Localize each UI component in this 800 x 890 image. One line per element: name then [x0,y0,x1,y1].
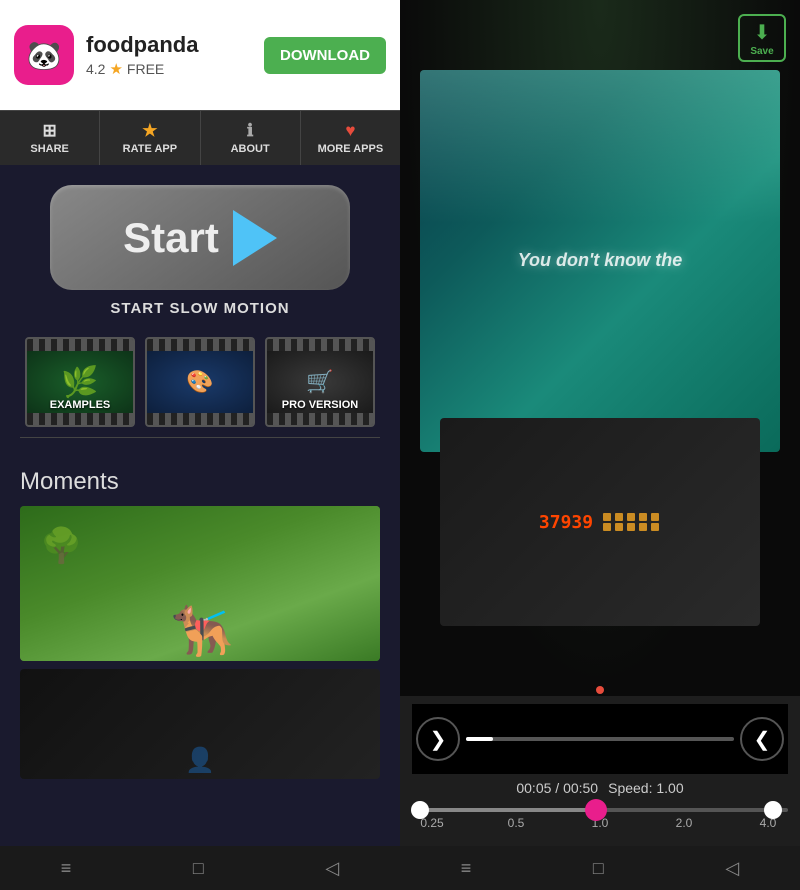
film-strip-bottom-3 [267,413,373,425]
examples-thumbnail[interactable]: 🌿 EXAMPLES [25,337,135,427]
rate-label: RATE APP [123,143,177,155]
save-icon: ⬇ [754,20,771,45]
film-strip-top-3 [267,339,373,351]
filters-icon: 🎨 [186,369,213,395]
moment-image-2[interactable]: 👤 [20,669,380,779]
ad-banner: 🐼 foodpanda 4.2 ★ FREE DOWNLOAD [0,0,400,110]
ad-free-label: FREE [127,61,164,77]
grid-display [603,513,661,531]
nav-prev-button[interactable]: ❯ [416,717,460,761]
film-strip-top [27,339,133,351]
share-icon: ⊞ [43,121,57,141]
ad-info: foodpanda 4.2 ★ FREE [86,32,252,78]
save-button[interactable]: ⬇ Save [738,14,786,62]
divider [20,437,380,438]
start-button[interactable]: Start [50,185,350,290]
grid-dot [651,513,659,521]
speed-slider-container: 0.25 0.5 1.0 2.0 4.0 [412,808,788,830]
examples-label: EXAMPLES [27,399,133,411]
more-apps-button[interactable]: ♥ MORE APPS [301,111,400,165]
menu-button-left[interactable]: ≡ [45,852,88,885]
start-text: Start [123,214,219,262]
speed-display: Speed: 1.00 [608,780,684,796]
ad-star-icon: ★ [109,60,122,78]
menu-button-right[interactable]: ≡ [445,852,488,885]
controls-area: ❯ ❮ 00:05 / 00:50 Speed: 1.00 0.25 0.5 1… [400,696,800,846]
about-label: ABOUT [231,143,270,155]
grid-dot [615,513,623,521]
speed-thumb-mid[interactable] [585,799,607,821]
home-button-right[interactable]: □ [577,852,620,885]
grid-dot [615,523,623,531]
speed-thumb-left[interactable] [411,801,429,819]
rate-app-button[interactable]: ★ RATE APP [100,111,200,165]
left-panel: 🐼 foodpanda 4.2 ★ FREE DOWNLOAD i ⊞ SHAR… [0,0,400,890]
download-button[interactable]: DOWNLOAD [264,37,386,74]
bottom-nav-left: ≡ □ ◁ [0,846,400,890]
time-display: 00:05 / 00:50 [516,780,598,796]
speed-label-40: 4.0 [748,816,788,830]
timeline-progress [466,737,493,741]
grid-dot [627,523,635,531]
share-button[interactable]: ⊞ SHARE [0,111,100,165]
about-button[interactable]: ℹ ABOUT [201,111,301,165]
moments-section: Moments 🐕‍🦺 🌳 👤 [0,458,400,779]
grid-dot [639,523,647,531]
tv-screen: You don't know the [420,70,780,453]
rate-icon: ★ [142,121,157,141]
speed-track[interactable] [412,808,788,812]
bottom-nav-right: ≡ □ ◁ [400,846,800,890]
grid-dot [603,523,611,531]
ad-title: foodpanda [86,32,252,58]
time-speed-row: 00:05 / 00:50 Speed: 1.00 [412,780,788,796]
grid-dot [639,513,647,521]
ad-icon: 🐼 [14,25,74,85]
thumb-content-filters: 🎨 [147,351,253,413]
start-area: Start START SLOW MOTION [0,185,400,317]
display-numbers: 37939 [539,512,593,533]
right-panel: ⬇ Save You don't know the 37939 [400,0,800,890]
more-icon: ♥ [345,121,355,141]
moments-title: Moments [20,468,380,496]
grid-dot [603,513,611,521]
toolbar: ⊞ SHARE ★ RATE APP ℹ ABOUT ♥ MORE APPS [0,110,400,165]
nav-next-button[interactable]: ❮ [740,717,784,761]
share-label: SHARE [30,143,69,155]
play-icon [233,210,277,266]
pro-label: PRO VERSION [267,399,373,411]
start-slow-motion-label: START SLOW MOTION [110,300,289,317]
speed-label-05: 0.5 [496,816,536,830]
back-button-right[interactable]: ◁ [709,852,755,885]
cart-icon: 🛒 [306,369,333,395]
pro-version-thumbnail[interactable]: 🛒 PRO VERSION [265,337,375,427]
video-area: You don't know the 37939 [400,0,800,696]
ad-rating: 4.2 ★ FREE [86,60,252,78]
moment-image-1[interactable]: 🐕‍🦺 🌳 [20,506,380,661]
timeline-bar[interactable] [466,737,734,741]
video-nav-bar: ❯ ❮ [412,704,788,774]
filters-thumbnail[interactable]: 🎨 [145,337,255,427]
tv-text: You don't know the [518,250,683,271]
thumbnails-row: 🌿 EXAMPLES 🎨 🛒 PRO VERSION [5,337,395,427]
video-background: You don't know the 37939 [400,0,800,696]
about-icon: ℹ [247,121,253,141]
save-label: Save [750,46,773,57]
speed-thumb-right[interactable] [764,801,782,819]
ad-rating-value: 4.2 [86,61,105,77]
film-strip-bottom-2 [147,413,253,425]
film-strip-bottom [27,413,133,425]
speed-fill [412,808,600,812]
more-label: MORE APPS [318,143,384,155]
tv-glow [420,70,780,223]
grid-dot [651,523,659,531]
home-button-left[interactable]: □ [177,852,220,885]
back-button-left[interactable]: ◁ [309,852,355,885]
indicator-dot [596,686,604,694]
tv-stand-area: 37939 [440,418,760,627]
film-strip-top-2 [147,339,253,351]
speed-label-20: 2.0 [664,816,704,830]
grid-dot [627,513,635,521]
